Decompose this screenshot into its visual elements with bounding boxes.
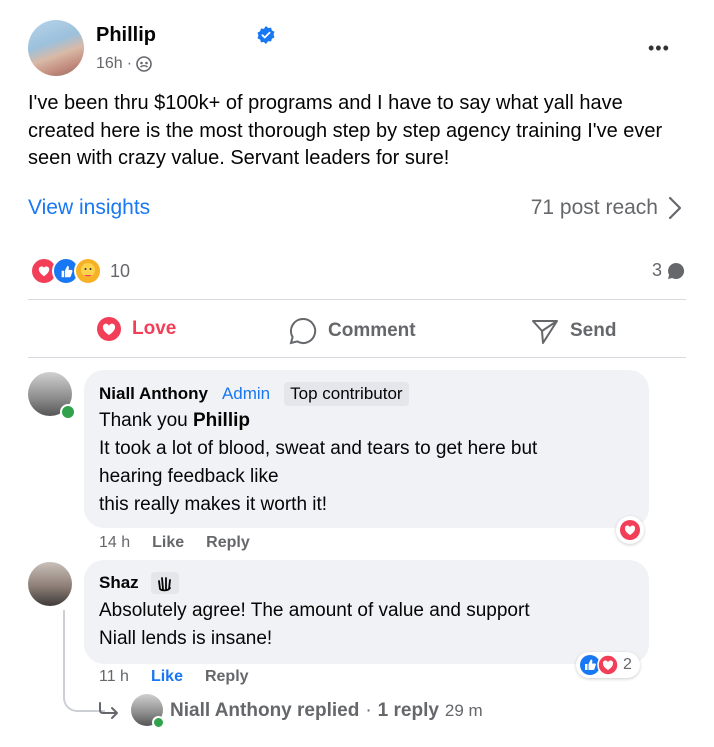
comment-button[interactable]: Comment (288, 316, 416, 346)
post-body: I've been thru $100k+ of programs and I … (28, 92, 663, 169)
comment-header: Niall Anthony Admin Top contributor (99, 382, 409, 406)
replies-separator: · (365, 700, 372, 721)
comment-meta: 11 h Like Reply (99, 668, 249, 686)
comment-count-value: 3 (651, 260, 662, 280)
comment-text-line: Niall lends is insane! (99, 628, 273, 649)
comment-meta: 14 h Like Reply (99, 534, 250, 552)
comment-count[interactable]: 3 (652, 260, 686, 281)
admin-badge: Admin (221, 384, 271, 403)
comment-icon (289, 317, 317, 345)
commenter-name[interactable]: Niall Anthony (99, 384, 208, 404)
comment-bubble: Shaz Absolutely agree! The amount of val… (84, 560, 649, 664)
post-author-name[interactable]: Phillip (96, 24, 156, 47)
meta-separator: · (126, 55, 133, 72)
comment-text: Absolutely agree! The amount of value an… (99, 597, 639, 653)
verified-badge-icon (257, 26, 275, 44)
post-reach-label: 71 post reach (530, 196, 658, 219)
comment-header: Shaz (99, 572, 179, 594)
wave-badge-icon (150, 572, 179, 594)
replies-author: Niall Anthony replied (170, 700, 360, 721)
care-reaction-icon (74, 257, 102, 285)
send-button[interactable]: Send (530, 316, 616, 346)
replies-time: 29 m (444, 701, 483, 720)
online-indicator (60, 404, 76, 420)
divider (28, 357, 686, 358)
reply-button[interactable]: Reply (206, 534, 250, 552)
top-contributor-badge: Top contributor (284, 382, 409, 406)
comment-reaction[interactable] (616, 516, 644, 544)
group-icon (136, 56, 152, 72)
view-insights-link[interactable]: View insights (28, 196, 150, 220)
view-replies-link[interactable]: Niall Anthony replied · 1 reply 29 m (170, 700, 483, 722)
love-button[interactable]: Love (96, 316, 176, 342)
replies-count: 1 reply (377, 700, 439, 721)
reaction-summary[interactable]: 10 (30, 257, 130, 285)
comment-text-lead: Thank you (99, 410, 193, 431)
comment-text-line: Absolutely agree! The amount of value an… (99, 600, 530, 621)
post-time[interactable]: 16h (96, 55, 123, 73)
post-meta: 16h · (96, 55, 152, 73)
love-icon (97, 317, 121, 341)
comment-label: Comment (328, 320, 416, 341)
comment-text: Thank you Phillip It took a lot of blood… (99, 407, 639, 519)
comment-text-line: hearing feedback like (99, 466, 279, 487)
comment-text-line: It took a lot of blood, sweat and tears … (99, 438, 538, 459)
comment-text-line: this really makes it worth it! (99, 494, 328, 515)
reaction-count: 10 (110, 260, 131, 281)
post-author-avatar[interactable] (28, 20, 84, 76)
commenter-name[interactable]: Shaz (99, 573, 139, 593)
love-label: Love (132, 318, 177, 339)
chevron-right-icon (668, 196, 682, 220)
comment-bubble: Niall Anthony Admin Top contributor Than… (84, 370, 649, 528)
comment-time[interactable]: 11 h (99, 668, 129, 686)
more-options-button[interactable]: ••• (648, 38, 670, 59)
love-reaction-icon (620, 520, 640, 540)
reply-arrow-icon (99, 702, 118, 719)
send-label: Send (570, 320, 617, 341)
send-icon (532, 320, 558, 344)
reply-button[interactable]: Reply (205, 668, 249, 686)
commenter-avatar[interactable] (28, 562, 72, 606)
like-button[interactable]: Like (152, 534, 184, 552)
online-indicator (152, 716, 165, 729)
love-reaction-icon (597, 654, 619, 676)
comment-time[interactable]: 14 h (99, 534, 130, 552)
post-reach-link[interactable]: 71 post reach (531, 196, 682, 220)
mention-link[interactable]: Phillip (193, 410, 250, 431)
comment-reactions[interactable]: 2 (576, 652, 640, 678)
divider (28, 299, 686, 300)
comment-reaction-count: 2 (623, 656, 632, 673)
like-button[interactable]: Like (151, 668, 183, 686)
comment-bubble-icon (668, 262, 685, 279)
